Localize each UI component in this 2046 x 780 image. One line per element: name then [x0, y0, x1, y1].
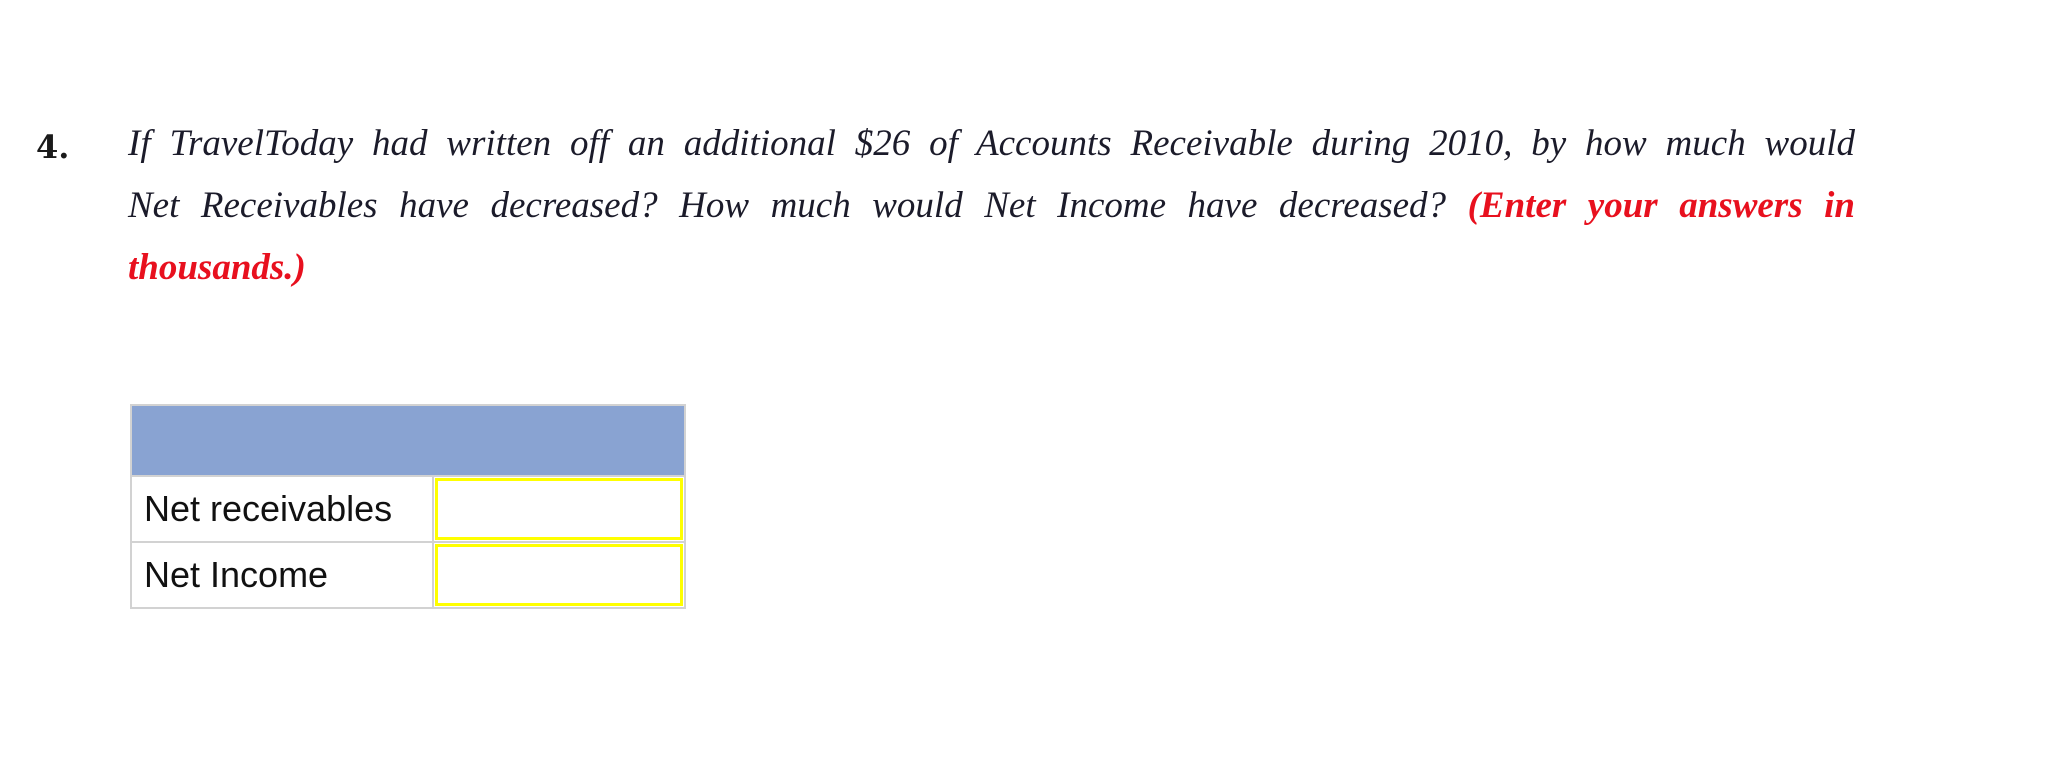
table-row: Net Income	[130, 541, 686, 609]
net-income-input[interactable]	[435, 544, 683, 606]
table-row: Net receivables	[130, 475, 686, 543]
net-receivables-input[interactable]	[435, 478, 683, 540]
header-cell	[130, 404, 686, 477]
answer-table-header	[130, 404, 686, 477]
question-line-2: Net Receivables have decreased? How much…	[128, 185, 1855, 226]
instruction-emphasis: (Enter your answers in	[1467, 185, 1855, 226]
net-income-cell	[432, 541, 686, 609]
question-text: If TravelToday had written off an additi…	[128, 118, 1855, 304]
row-label-net-income: Net Income	[130, 541, 434, 609]
question-number: 4.	[36, 128, 70, 166]
row-label-net-receivables: Net receivables	[130, 475, 434, 543]
question-line-1: If TravelToday had written off an additi…	[128, 123, 1855, 164]
net-receivables-cell	[432, 475, 686, 543]
question-line-3: thousands.)	[128, 242, 1855, 304]
instruction-emphasis-continued: thousands.)	[128, 247, 306, 288]
answer-table: Net receivables Net Income	[130, 404, 686, 609]
